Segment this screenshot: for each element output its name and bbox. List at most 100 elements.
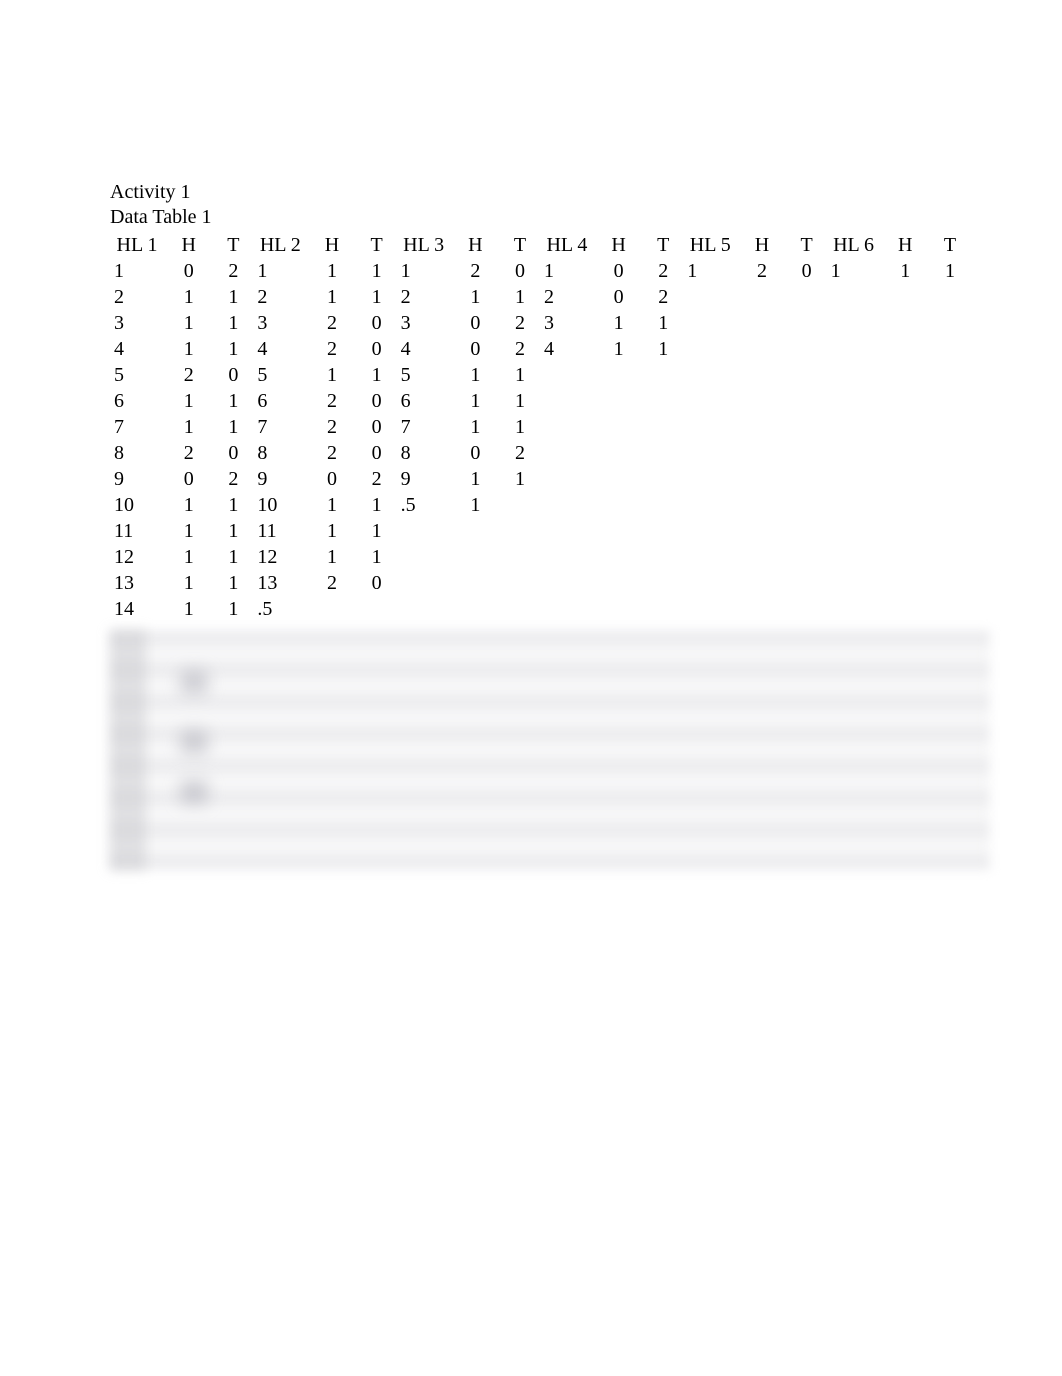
table-body: 1021111201021201112112112112023113203023… xyxy=(110,258,970,622)
table-cell: 7 xyxy=(397,414,451,440)
table-row: 11111111 xyxy=(110,518,970,544)
table-cell: 1 xyxy=(110,258,164,284)
table-cell xyxy=(881,492,930,518)
table-cell: 1 xyxy=(643,310,683,336)
table-cell xyxy=(737,336,786,362)
table-cell xyxy=(737,414,786,440)
table-cell xyxy=(827,336,881,362)
table-cell: 1 xyxy=(307,544,356,570)
table-cell xyxy=(357,596,397,622)
table-cell: 0 xyxy=(451,440,500,466)
table-cell: 5 xyxy=(397,362,451,388)
table-cell: 1 xyxy=(164,284,213,310)
table-row: 820820802 xyxy=(110,440,970,466)
table-cell: 1 xyxy=(164,570,213,596)
col-h: H xyxy=(451,232,500,258)
table-cell xyxy=(737,544,786,570)
col-h: H xyxy=(594,232,643,258)
table-cell xyxy=(787,284,827,310)
table-cell xyxy=(643,518,683,544)
table-cell: 1 xyxy=(164,492,213,518)
table-cell: 1 xyxy=(500,362,540,388)
table-cell: 0 xyxy=(357,440,397,466)
table-cell: 14 xyxy=(110,596,164,622)
table-cell: 2 xyxy=(253,284,307,310)
table-cell: 1 xyxy=(451,362,500,388)
table-cell: 2 xyxy=(213,466,253,492)
table-cell xyxy=(827,310,881,336)
col-t: T xyxy=(213,232,253,258)
table-cell: 1 xyxy=(164,336,213,362)
table-cell: 1 xyxy=(357,544,397,570)
table-cell xyxy=(397,596,451,622)
table-cell xyxy=(451,518,500,544)
table-cell: 1 xyxy=(397,258,451,284)
table-cell xyxy=(643,596,683,622)
table-cell xyxy=(500,596,540,622)
table-cell xyxy=(930,596,970,622)
table-cell xyxy=(737,492,786,518)
table-cell: 1 xyxy=(307,284,356,310)
table-cell xyxy=(787,388,827,414)
table-cell: 0 xyxy=(307,466,356,492)
table-cell xyxy=(930,466,970,492)
table-cell: 1 xyxy=(500,466,540,492)
table-row: 10111011.51 xyxy=(110,492,970,518)
table-cell xyxy=(540,570,594,596)
table-cell: 8 xyxy=(253,440,307,466)
table-row: 13111320 xyxy=(110,570,970,596)
table-header: HL 1 H T HL 2 H T HL 3 H T HL 4 H T HL 5… xyxy=(110,232,970,258)
table-cell xyxy=(827,570,881,596)
table-cell xyxy=(737,596,786,622)
table-cell: 9 xyxy=(397,466,451,492)
table-cell: 0 xyxy=(451,310,500,336)
table-cell: 1 xyxy=(213,284,253,310)
col-hl: HL 5 xyxy=(683,232,737,258)
table-cell: 1 xyxy=(164,518,213,544)
table-cell xyxy=(737,310,786,336)
table-cell xyxy=(500,570,540,596)
table-cell: 0 xyxy=(594,284,643,310)
table-row: 902902911 xyxy=(110,466,970,492)
table-cell xyxy=(827,518,881,544)
table-cell: 2 xyxy=(307,388,356,414)
table-cell: 12 xyxy=(110,544,164,570)
table-cell xyxy=(930,336,970,362)
table-cell xyxy=(594,466,643,492)
table-cell xyxy=(683,440,737,466)
table-cell: 8 xyxy=(397,440,451,466)
table-cell: 2 xyxy=(110,284,164,310)
document-page: Activity 1 Data Table 1 HL 1 H T HL 2 H … xyxy=(0,0,1062,870)
table-cell: 2 xyxy=(307,336,356,362)
table-cell xyxy=(540,388,594,414)
table-cell: 5 xyxy=(110,362,164,388)
table-cell xyxy=(594,440,643,466)
table-cell xyxy=(683,518,737,544)
table-cell: 3 xyxy=(253,310,307,336)
table-cell xyxy=(683,466,737,492)
table-cell xyxy=(737,284,786,310)
table-cell xyxy=(787,440,827,466)
table-cell: 1 xyxy=(164,388,213,414)
table-cell: 4 xyxy=(540,336,594,362)
table-cell: 0 xyxy=(164,258,213,284)
table-cell xyxy=(451,544,500,570)
table-cell: .5 xyxy=(253,596,307,622)
table-cell xyxy=(643,388,683,414)
table-cell: 12 xyxy=(253,544,307,570)
col-h: H xyxy=(307,232,356,258)
table-cell: 0 xyxy=(787,258,827,284)
table-cell xyxy=(881,440,930,466)
table-cell: 1 xyxy=(930,258,970,284)
table-cell xyxy=(930,284,970,310)
table-cell: 1 xyxy=(357,362,397,388)
table-cell xyxy=(930,362,970,388)
table-cell: 1 xyxy=(451,466,500,492)
table-cell xyxy=(787,492,827,518)
table-cell: 1 xyxy=(213,414,253,440)
table-cell xyxy=(930,518,970,544)
table-cell: 2 xyxy=(307,414,356,440)
table-cell xyxy=(737,440,786,466)
table-cell: 4 xyxy=(397,336,451,362)
table-cell: 1 xyxy=(594,336,643,362)
